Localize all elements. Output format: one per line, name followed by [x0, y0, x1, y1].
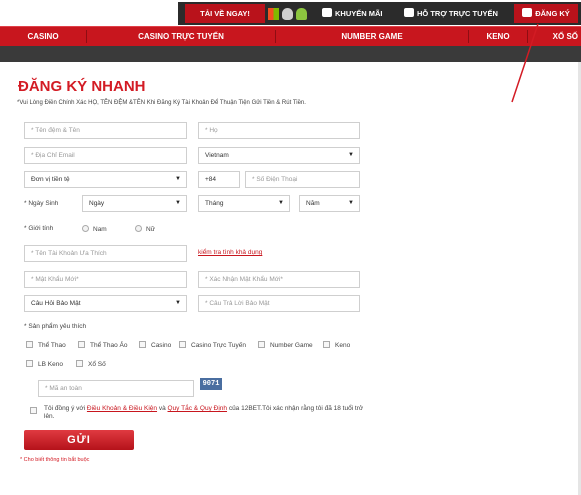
product-label: Number Game [270, 342, 313, 349]
checkbox[interactable] [258, 341, 265, 348]
dropdown-arrow-icon: ▼ [175, 200, 181, 206]
apple-icon[interactable] [282, 8, 293, 21]
product-number-game-option[interactable]: Number Game [258, 341, 313, 349]
product-label: Thể Thao Ảo [90, 342, 128, 349]
product-label: Casino [151, 342, 172, 349]
radio-female[interactable] [135, 225, 142, 232]
gift-icon [322, 8, 332, 17]
phone-prefix-field[interactable]: +84 [198, 171, 240, 188]
download-now-button[interactable]: TẢI VỀ NGAY! [185, 4, 265, 23]
check-availability-link[interactable]: kiểm tra tình khả dụng [198, 249, 262, 256]
headset-icon [404, 8, 414, 17]
checkbox[interactable] [323, 341, 330, 348]
required-note: * Cho biết thông tin bắt buộc [20, 457, 90, 463]
register-label: ĐĂNG KÝ [535, 9, 570, 18]
year-value: Năm [306, 200, 320, 207]
form-instructions: *Vui Lòng Điền Chính Xác HỌ, TÊN ĐỆM &TÊ… [17, 100, 306, 106]
dropdown-arrow-icon: ▼ [348, 200, 354, 206]
windows-icon[interactable] [268, 8, 279, 21]
nav-keno[interactable]: KENO [469, 27, 527, 46]
dob-month-select[interactable]: Tháng ▼ [198, 195, 290, 212]
hand-icon [522, 8, 533, 17]
checkbox[interactable] [179, 341, 186, 348]
security-question-select[interactable]: Câu Hỏi Bảo Mật ▼ [24, 295, 187, 312]
page-title: ĐĂNG KÝ NHANH [18, 78, 146, 95]
nav-casino[interactable]: CASINO [0, 27, 86, 46]
phone-input[interactable]: * Số Điện Thoại [245, 171, 360, 188]
agree-prefix: Tôi đồng ý với [44, 405, 87, 412]
month-value: Tháng [205, 200, 224, 207]
checkbox[interactable] [26, 341, 33, 348]
product-casino-option[interactable]: Casino [139, 341, 171, 349]
product-keno-option[interactable]: Keno [323, 341, 350, 349]
nav-lottery[interactable]: XỔ SỐ [528, 27, 581, 46]
agree-checkbox[interactable] [30, 407, 37, 414]
android-icon[interactable] [296, 8, 307, 21]
checkbox[interactable] [26, 360, 33, 367]
country-value: Vietnam [205, 152, 229, 159]
platform-icons [268, 5, 320, 22]
product-lottery-option[interactable]: Xổ Số [76, 360, 106, 368]
promotions-link[interactable]: KHUYẾN MÃI [322, 5, 383, 22]
favorite-products-label: * Sản phẩm yêu thích [24, 323, 87, 330]
captcha-input[interactable]: * Mã an toàn [38, 380, 194, 397]
registration-page: TẢI VỀ NGAY! KHUYẾN MÃI HỖ TRỢ TRỰC TUYẾ… [0, 0, 581, 495]
gender-male-option[interactable]: Nam [82, 225, 107, 233]
terms-link[interactable]: Điều Khoản & Điều Kiện [87, 405, 157, 412]
nav-live-casino[interactable]: CASINO TRỰC TUYẾN [87, 27, 275, 46]
sub-nav-bar [0, 46, 581, 62]
product-label: LB Keno [38, 361, 63, 368]
promotions-label: KHUYẾN MÃI [335, 9, 383, 18]
country-select[interactable]: Vietnam ▼ [198, 147, 360, 164]
live-support-label: HỖ TRỢ TRỰC TUYẾN [417, 9, 498, 18]
checkbox[interactable] [76, 360, 83, 367]
submit-button[interactable]: GỬI [24, 430, 134, 450]
last-name-input[interactable]: * Họ [198, 122, 360, 139]
agree-and: và [157, 405, 168, 412]
radio-male[interactable] [82, 225, 89, 232]
agree-checkbox-wrap[interactable] [30, 407, 42, 415]
product-label: Thể Thao [38, 342, 66, 349]
register-button[interactable]: ĐĂNG KÝ [514, 4, 578, 23]
main-nav: CASINO CASINO TRỰC TUYẾN NUMBER GAME KEN… [0, 26, 581, 46]
dob-label: * Ngày Sinh [24, 200, 59, 207]
product-live-casino-option[interactable]: Casino Trực Tuyến [179, 341, 246, 349]
dropdown-arrow-icon: ▼ [175, 300, 181, 306]
gender-male-label: Nam [93, 226, 107, 233]
security-question-value: Câu Hỏi Bảo Mật [31, 300, 81, 307]
currency-value: Đơn vị tiền tệ [31, 176, 70, 183]
dropdown-arrow-icon: ▼ [348, 152, 354, 158]
gender-label: * Giới tính [24, 225, 54, 232]
checkbox[interactable] [78, 341, 85, 348]
product-sports-option[interactable]: Thể Thao [26, 341, 66, 349]
product-label: Keno [335, 342, 351, 349]
live-support-link[interactable]: HỖ TRỢ TRỰC TUYẾN [404, 5, 498, 22]
first-name-input[interactable]: * Tên đệm & Tên [24, 122, 187, 139]
dob-year-select[interactable]: Năm ▼ [299, 195, 360, 212]
confirm-password-input[interactable]: * Xác Nhận Mật Khẩu Mới* [198, 271, 360, 288]
dropdown-arrow-icon: ▼ [278, 200, 284, 206]
dob-day-select[interactable]: Ngày ▼ [82, 195, 187, 212]
email-input[interactable]: * Địa Chỉ Email [24, 147, 187, 164]
rules-link[interactable]: Quy Tắc & Quy Định [168, 405, 228, 412]
password-input[interactable]: * Mật Khẩu Mới* [24, 271, 187, 288]
top-utility-bar: TẢI VỀ NGAY! KHUYẾN MÃI HỖ TRỢ TRỰC TUYẾ… [0, 0, 581, 26]
product-lb-keno-option[interactable]: LB Keno [26, 360, 63, 368]
captcha-image: 9071 [200, 378, 222, 390]
dropdown-arrow-icon: ▼ [175, 176, 181, 182]
gender-female-label: Nữ [146, 226, 156, 233]
day-value: Ngày [89, 200, 105, 207]
product-virtual-sports-option[interactable]: Thể Thao Ảo [78, 341, 127, 349]
checkbox[interactable] [139, 341, 146, 348]
username-input[interactable]: * Tên Tài Khoản Ưa Thích [24, 245, 187, 262]
product-label: Casino Trực Tuyến [191, 342, 246, 349]
nav-number-game[interactable]: NUMBER GAME [276, 27, 468, 46]
currency-select[interactable]: Đơn vị tiền tệ ▼ [24, 171, 187, 188]
gender-female-option[interactable]: Nữ [135, 225, 155, 233]
product-label: Xổ Số [88, 361, 106, 368]
security-answer-input[interactable]: * Câu Trả Lời Bảo Mật [198, 295, 360, 312]
agreement-text: Tôi đồng ý với Điều Khoản & Điều Kiện và… [44, 405, 364, 421]
